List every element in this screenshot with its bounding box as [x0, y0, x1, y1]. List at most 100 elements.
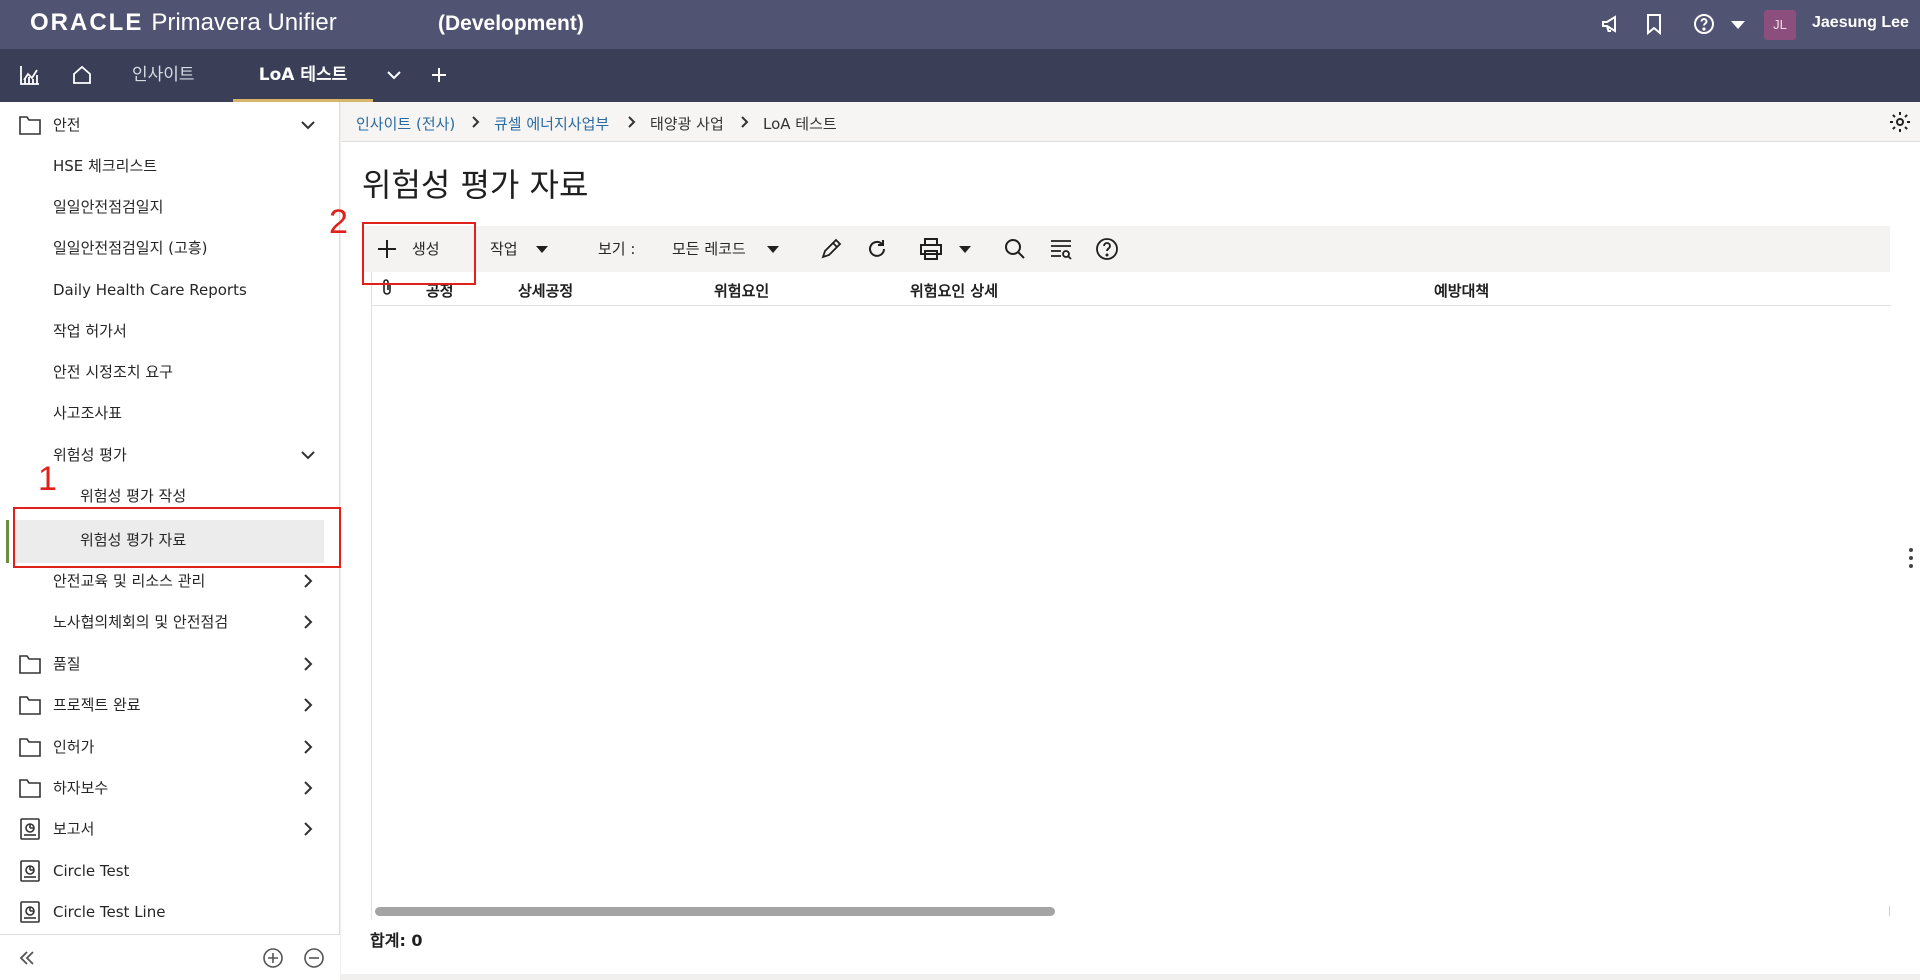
sidebar-item-label: 일일안전점검일지: [53, 198, 164, 216]
annotation-number: 2: [329, 203, 348, 241]
chevron-right-icon[interactable]: [298, 612, 318, 632]
chevron-right-icon: [628, 116, 636, 128]
refresh-icon[interactable]: [864, 236, 890, 262]
help-icon[interactable]: [1692, 12, 1716, 36]
sidebar-item-work-permit[interactable]: 작업 허가서: [0, 311, 340, 351]
sidebar-item-accident-report[interactable]: 사고조사표: [0, 393, 340, 433]
sidebar-item-daily-health-care[interactable]: Daily Health Care Reports: [0, 270, 340, 310]
sidebar-item-label: Circle Test Line: [53, 903, 166, 921]
sidebar-item-label: 안전 시정조치 요구: [53, 363, 173, 381]
folder-icon: [19, 655, 41, 674]
filter-search-icon[interactable]: [1048, 236, 1074, 262]
edit-pencil-icon[interactable]: [818, 236, 844, 262]
add-icon[interactable]: [427, 63, 451, 87]
folder-icon: [19, 696, 41, 715]
sidebar-item-reports[interactable]: 보고서: [0, 809, 340, 849]
column-header[interactable]: 예방대책: [1434, 280, 1489, 301]
scrollbar-thumb[interactable]: [375, 907, 1055, 916]
chevron-right-icon[interactable]: [298, 778, 318, 798]
megaphone-icon[interactable]: [1600, 12, 1624, 36]
environment-label: (Development): [438, 12, 584, 35]
view-label: 보기 :: [598, 240, 636, 258]
sidebar-item-label: HSE 체크리스트: [53, 157, 158, 175]
chevron-right-icon[interactable]: [298, 737, 318, 757]
expand-all-icon[interactable]: [262, 947, 284, 969]
user-name[interactable]: Jaesung Lee: [1812, 14, 1909, 32]
sidebar-item-label: Daily Health Care Reports: [53, 281, 247, 299]
collapse-sidebar-icon[interactable]: [16, 947, 38, 969]
tab-loa-test[interactable]: LoA 테스트: [233, 49, 373, 102]
breadcrumb-item[interactable]: 인사이트 (전사): [356, 113, 455, 134]
avatar[interactable]: JL: [1764, 10, 1796, 40]
brand-name: ORACLE: [30, 9, 144, 36]
search-icon[interactable]: [1002, 236, 1028, 262]
chevron-right-icon[interactable]: [298, 819, 318, 839]
sidebar-item-hse-checklist[interactable]: HSE 체크리스트: [0, 146, 340, 186]
action-menu-button[interactable]: 작업: [490, 238, 518, 259]
sidebar-item-label: 인허가: [53, 738, 95, 756]
sidebar-item-label: 하자보수: [53, 779, 109, 797]
sidebar-footer: [0, 934, 340, 980]
home-icon[interactable]: [70, 63, 94, 87]
sidebar-item-daily-safety-log[interactable]: 일일안전점검일지: [0, 187, 340, 227]
oracle-logo[interactable]: ORACLE Primavera Unifier: [30, 9, 337, 37]
product-name: Primavera Unifier: [151, 9, 337, 36]
sidebar-item-labor-council[interactable]: 노사협의체회의 및 안전점검: [0, 602, 340, 642]
sidebar-item-label: 품질: [53, 655, 81, 673]
sidebar-item-corrective-action[interactable]: 안전 시정조치 요구: [0, 352, 340, 392]
collapse-all-icon[interactable]: [303, 947, 325, 969]
sidebar-item-label: 보고서: [53, 820, 95, 838]
print-icon[interactable]: [918, 236, 944, 262]
sidebar-item-label: 프로젝트 완료: [53, 696, 141, 714]
dashboard-icon[interactable]: [18, 63, 42, 87]
sidebar-item-safety[interactable]: 안전: [0, 105, 340, 145]
panel-resize-handle-icon[interactable]: [1908, 546, 1914, 570]
report-icon: [20, 901, 40, 923]
column-header[interactable]: 위험요인 상세: [910, 280, 998, 301]
sidebar-item-label: 노사협의체회의 및 안전점검: [53, 613, 229, 631]
sidebar-item-label: 안전: [53, 116, 81, 134]
chevron-right-icon: [472, 116, 480, 128]
chevron-down-icon[interactable]: [298, 445, 318, 465]
breadcrumb-item[interactable]: 큐셀 에너지사업부: [494, 113, 609, 134]
chevron-right-icon: [741, 116, 749, 128]
top-header: ORACLE Primavera Unifier (Development) JL…: [0, 0, 1920, 49]
chevron-right-icon[interactable]: [298, 571, 318, 591]
sidebar-item-circle-test-line[interactable]: Circle Test Line: [0, 892, 340, 932]
sidebar-item-defect-repair[interactable]: 하자보수: [0, 768, 340, 808]
chevron-right-icon[interactable]: [298, 695, 318, 715]
total-count: 합계: 0: [370, 931, 423, 950]
sidebar-item-circle-test[interactable]: Circle Test: [0, 851, 340, 891]
chevron-down-icon[interactable]: [298, 115, 318, 135]
sidebar-item-label: Circle Test: [53, 862, 130, 880]
report-icon: [20, 860, 40, 882]
chevron-down-icon[interactable]: [1726, 12, 1750, 36]
column-header[interactable]: 상세공정: [518, 280, 573, 301]
sidebar-item-daily-safety-log-goheung[interactable]: 일일안전점검일지 (고흥): [0, 228, 340, 268]
annotation-box-step2: [362, 222, 476, 285]
folder-icon: [19, 738, 41, 757]
chevron-down-icon[interactable]: [382, 63, 406, 87]
sidebar-item-permits[interactable]: 인허가: [0, 727, 340, 767]
chevron-down-icon[interactable]: [767, 246, 779, 253]
sidebar-item-label: 일일안전점검일지 (고흥): [53, 239, 208, 257]
chevron-right-icon[interactable]: [298, 654, 318, 674]
chevron-down-icon[interactable]: [959, 246, 971, 253]
tab-bar: 인사이트 LoA 테스트: [0, 49, 1920, 102]
grid-header: 공정 상세공정 위험요인 위험요인 상세 예방대책: [372, 272, 1891, 306]
sidebar-item-project-complete[interactable]: 프로젝트 완료: [0, 685, 340, 725]
column-header[interactable]: 위험요인: [714, 280, 769, 301]
help-icon[interactable]: [1094, 236, 1120, 262]
breadcrumb-item: LoA 테스트: [763, 115, 837, 133]
bookmark-icon[interactable]: [1642, 12, 1666, 36]
report-icon: [20, 818, 40, 840]
tab-insight[interactable]: 인사이트: [132, 49, 195, 102]
folder-icon: [19, 779, 41, 798]
settings-gear-icon[interactable]: [1888, 110, 1912, 134]
sidebar-item-quality[interactable]: 품질: [0, 644, 340, 684]
chevron-down-icon[interactable]: [536, 246, 548, 253]
annotation-box-step1: [13, 507, 341, 568]
view-select[interactable]: 모든 레코드: [672, 238, 746, 259]
sidebar-item-label: 위험성 평가: [53, 446, 127, 464]
annotation-number: 1: [38, 460, 57, 498]
